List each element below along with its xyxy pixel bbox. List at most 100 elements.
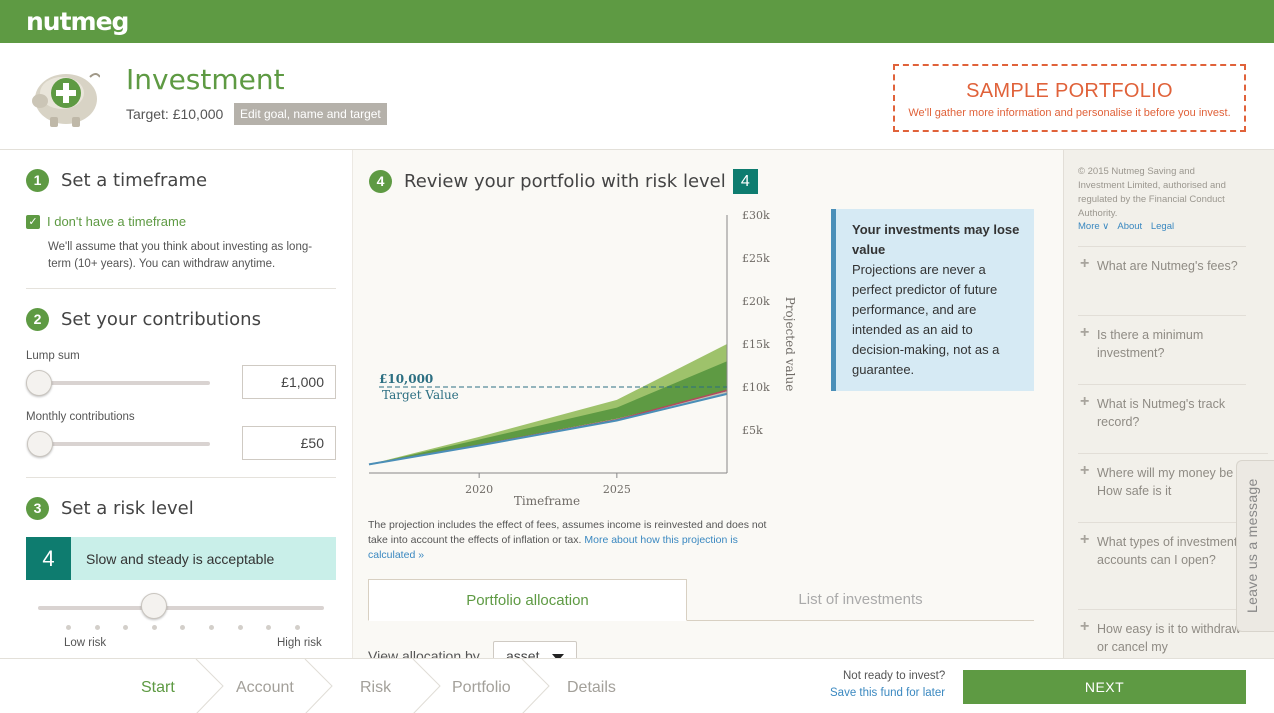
plus-icon: + — [1080, 393, 1090, 410]
step-account[interactable]: Account — [236, 679, 294, 697]
plus-icon: + — [1080, 255, 1090, 272]
step-title: Set a timeframe — [61, 170, 208, 191]
plus-icon: + — [1080, 462, 1090, 479]
risk-tick — [94, 625, 100, 630]
save-for-later-link[interactable]: Save this fund for later — [830, 687, 945, 699]
step-portfolio[interactable]: Portfolio — [452, 679, 511, 697]
risk-tick — [180, 625, 186, 630]
faq-question[interactable]: How easy is it to withdraw or cancel my — [1097, 620, 1246, 656]
no-timeframe-checkbox-row[interactable]: ✓ I don't have a timeframe — [26, 214, 186, 229]
risk-tick — [237, 625, 243, 630]
risk-tick — [266, 625, 272, 630]
y-axis-title: Projected value — [783, 297, 797, 392]
target-value-label: £10,000 — [379, 372, 433, 386]
about-link[interactable]: About — [1117, 221, 1142, 232]
nutmeg-logo[interactable]: nutmeg — [26, 7, 129, 36]
faq-item[interactable]: + What are Nutmeg's fees? — [1078, 246, 1246, 275]
step-number: 2 — [26, 308, 49, 331]
footer-links: More ∨ About Legal — [1078, 221, 1180, 232]
risk-tick — [294, 625, 300, 630]
timeframe-note: We'll assume that you think about invest… — [48, 241, 313, 270]
step-number: 4 — [369, 170, 392, 193]
step-details[interactable]: Details — [567, 679, 616, 697]
edit-goal-button[interactable]: Edit goal, name and target — [234, 103, 387, 125]
projection-disclaimer: The projection includes the effect of fe… — [368, 518, 788, 563]
chevron-right-icon — [521, 659, 550, 713]
review-title: Review your portfolio with risk level — [404, 171, 726, 192]
no-timeframe-label[interactable]: I don't have a timeframe — [47, 214, 186, 229]
risk-tick — [66, 625, 71, 630]
faq-item[interactable]: + What types of investment accounts can … — [1078, 522, 1246, 569]
x-tick-label: 2025 — [603, 483, 631, 496]
step-title: Set your contributions — [61, 309, 261, 330]
faq-item[interactable]: + What is Nutmeg's track record? — [1078, 384, 1246, 431]
leave-message-label[interactable]: Leave us a message — [1244, 473, 1260, 619]
settings-panel: 1 Set a timeframe ✓ I don't have a timef… — [0, 150, 351, 658]
top-bar: nutmeg — [0, 0, 1274, 43]
divider — [26, 288, 336, 289]
faq-item[interactable]: + How easy is it to withdraw or cancel m… — [1078, 609, 1246, 656]
lump-sum-slider[interactable] — [38, 381, 210, 385]
not-ready-text: Not ready to invest? — [843, 670, 946, 682]
projection-chart: £10,000 Target Value £5k £10k £15k £20k £25k £3… — [368, 209, 797, 508]
monthly-contributions-slider-handle[interactable] — [27, 431, 53, 457]
risk-tick — [123, 625, 129, 630]
risk-level-description: Slow and steady is acceptable — [86, 551, 275, 567]
chevron-right-icon — [195, 659, 224, 713]
more-link[interactable]: More ∨ — [1078, 221, 1109, 232]
risk-slider-handle[interactable] — [140, 593, 167, 619]
tab-list-of-investments[interactable]: List of investments — [687, 579, 1034, 621]
leave-message-tab[interactable]: Leave us a message — [1236, 460, 1274, 632]
risk-warning-box: Your investments may lose value Projecti… — [831, 209, 1034, 391]
chevron-right-icon — [412, 659, 441, 713]
y-tick-label: £10k — [742, 381, 770, 394]
x-tick-label: 2020 — [465, 483, 493, 496]
step-title: Set a risk level — [61, 498, 194, 519]
sample-portfolio-title: SAMPLE PORTFOLIO — [966, 80, 1173, 102]
target-caption: Target Value — [382, 388, 459, 402]
warning-title: Your investments may lose value — [852, 222, 1020, 257]
y-tick-label: £5k — [742, 424, 763, 437]
copyright-text: © 2015 Nutmeg Saving and Investment Limi… — [1078, 166, 1226, 219]
plus-icon: + — [1080, 324, 1090, 341]
no-timeframe-checkbox[interactable]: ✓ — [26, 214, 40, 229]
lump-sum-input[interactable]: £1,000 — [242, 365, 336, 399]
sample-portfolio-banner: SAMPLE PORTFOLIO We'll gather more infor… — [893, 64, 1246, 132]
faq-item[interactable]: + Is there a minimum investment? — [1078, 315, 1246, 362]
allocation-tabs: Portfolio allocation List of investments — [368, 579, 1034, 621]
step-risk[interactable]: Risk — [360, 679, 391, 697]
piggy-bank-icon — [32, 73, 100, 127]
y-tick-label: £30k — [742, 209, 770, 222]
faq-question[interactable]: What types of investment accounts can I … — [1097, 533, 1246, 569]
faq-question[interactable]: Is there a minimum investment? — [1097, 326, 1246, 362]
faq-question[interactable]: What are Nutmeg's fees? — [1097, 257, 1246, 275]
y-tick-label: £15k — [742, 338, 770, 351]
legal-link[interactable]: Legal — [1151, 221, 1174, 232]
low-risk-label: Low risk — [64, 637, 107, 649]
step-risk-heading: 3 Set a risk level — [26, 497, 194, 520]
progress-footer: Start Account Risk Portfolio Details Not… — [0, 658, 1274, 713]
divider — [26, 477, 336, 478]
high-risk-label: High risk — [277, 637, 322, 649]
risk-level-summary: 4 Slow and steady is acceptable — [26, 537, 336, 580]
plus-icon: + — [1080, 618, 1090, 635]
risk-tick — [151, 625, 157, 630]
lump-sum-slider-handle[interactable] — [26, 370, 52, 396]
faq-question[interactable]: What is Nutmeg's track record? — [1097, 395, 1246, 431]
view-allocation-select[interactable]: asset — [493, 641, 577, 658]
goal-header: Investment Target: £10,000 Edit goal, na… — [0, 43, 1274, 150]
lump-sum-label: Lump sum — [26, 350, 80, 362]
portfolio-review-panel: 4 Review your portfolio with risk level … — [352, 150, 1063, 658]
risk-level-badge: 4 — [732, 169, 758, 194]
risk-slider[interactable] — [38, 606, 324, 610]
step-start[interactable]: Start — [141, 679, 175, 697]
monthly-contributions-slider[interactable] — [38, 442, 210, 446]
goal-target: Target: £10,000 — [126, 106, 224, 122]
monthly-contributions-input[interactable]: £50 — [242, 426, 336, 460]
y-tick-label: £20k — [742, 295, 770, 308]
view-allocation-label: View allocation by — [368, 648, 480, 658]
next-button[interactable]: NEXT — [963, 670, 1246, 704]
tab-portfolio-allocation[interactable]: Portfolio allocation — [368, 579, 687, 621]
y-tick-label: £25k — [742, 252, 770, 265]
step-number: 1 — [26, 169, 49, 192]
